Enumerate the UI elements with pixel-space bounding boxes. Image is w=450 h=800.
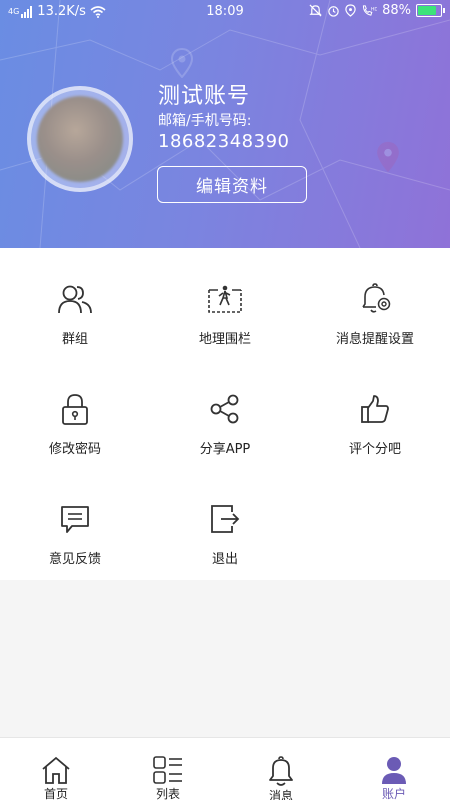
tab-messages[interactable]: 消息 <box>225 738 337 800</box>
tab-account[interactable]: 账户 <box>338 738 450 800</box>
battery-percent: 88% <box>382 3 411 18</box>
menu-item-notification-settings[interactable]: 消息提醒设置 <box>300 248 450 358</box>
mute-bell-icon <box>309 4 322 17</box>
account-phone: 18682348390 <box>158 131 290 152</box>
menu-item-rate-app[interactable]: 评个分吧 <box>300 358 450 468</box>
battery-icon <box>416 4 445 17</box>
home-icon <box>41 756 71 784</box>
menu-item-geofence[interactable]: 地理围栏 <box>150 248 300 358</box>
tab-home[interactable]: 首页 <box>0 738 112 800</box>
logout-icon <box>208 502 242 536</box>
menu-item-label: 修改密码 <box>48 442 101 457</box>
share-icon <box>208 392 242 426</box>
account-name: 测试账号 <box>158 84 251 109</box>
profile-header: 4G 13.2K/s 18:09 HD 88% 测试账号 邮箱/手机号码: 18… <box>0 0 450 248</box>
bell-settings-icon <box>358 282 392 316</box>
user-icon <box>379 756 409 784</box>
menu-item-feedback[interactable]: 意见反馈 <box>0 468 150 578</box>
location-icon <box>345 4 356 17</box>
svg-text:HD: HD <box>371 7 377 13</box>
list-icon <box>153 756 183 784</box>
status-right: HD 88% <box>309 3 445 18</box>
bell-icon <box>266 756 296 786</box>
menu-item-label: 意见反馈 <box>48 552 101 567</box>
menu-item-label: 分享APP <box>199 442 251 457</box>
menu-item-label: 群组 <box>61 332 88 347</box>
menu-item-share-app[interactable]: 分享APP <box>150 358 300 468</box>
status-bar: 4G 13.2K/s 18:09 HD 88% <box>0 0 450 24</box>
edit-profile-button[interactable]: 编辑资料 <box>157 166 307 203</box>
menu-item-group[interactable]: 群组 <box>0 248 150 358</box>
menu-grid: 群组 地理围栏 消息提醒设置 修改密码 分享APP 评个分吧 意见反馈 退出 <box>0 248 450 580</box>
tab-list[interactable]: 列表 <box>112 738 224 800</box>
feedback-icon <box>58 502 92 536</box>
menu-item-logout[interactable]: 退出 <box>150 468 300 578</box>
menu-item-label: 消息提醒设置 <box>335 332 414 347</box>
battery-fill <box>418 6 437 15</box>
group-icon <box>58 282 92 316</box>
tab-label: 消息 <box>268 789 293 800</box>
tab-label: 账户 <box>381 787 406 800</box>
tab-label: 首页 <box>43 787 68 800</box>
geofence-icon <box>208 282 242 316</box>
menu-item-change-password[interactable]: 修改密码 <box>0 358 150 468</box>
alarm-icon <box>328 6 339 17</box>
thumbs-up-icon <box>358 392 392 426</box>
avatar-image <box>37 96 123 182</box>
hd-call-icon: HD <box>363 5 377 16</box>
menu-item-label: 地理围栏 <box>198 332 251 347</box>
contact-label: 邮箱/手机号码: <box>158 113 252 129</box>
tab-label: 列表 <box>155 787 180 800</box>
menu-item-label: 评个分吧 <box>348 442 401 457</box>
avatar[interactable] <box>27 86 133 192</box>
lock-icon <box>58 392 92 426</box>
bottom-tab-bar: 首页 列表 消息 账户 <box>0 737 450 800</box>
menu-item-label: 退出 <box>211 552 238 567</box>
